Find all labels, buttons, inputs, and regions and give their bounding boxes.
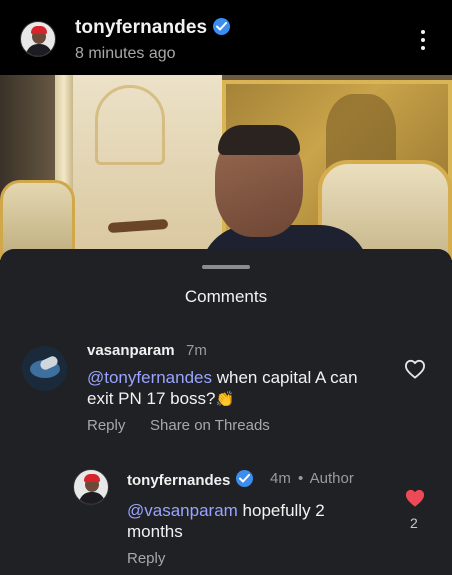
commenter-avatar[interactable] [22, 346, 67, 391]
comment-item: vasanparam 7m @tonyfernandes when capita… [0, 339, 452, 439]
comment-username[interactable]: vasanparam [87, 342, 175, 359]
comment-like-button[interactable] [404, 359, 426, 384]
comment-mention-link[interactable]: @tonyfernandes [87, 368, 212, 387]
owner-avatar[interactable] [20, 21, 56, 57]
post-timestamp: 8 minutes ago [75, 45, 176, 62]
more-options-button[interactable] [414, 27, 432, 53]
reply-timestamp: 4m [270, 470, 291, 487]
reply-like-button[interactable] [404, 488, 426, 513]
comment-text: @tonyfernandes when capital A can exit P… [87, 367, 377, 410]
verified-badge-icon [213, 18, 231, 35]
author-badge: Author [309, 470, 354, 487]
comments-title: Comments [184, 287, 268, 306]
reply-username-row[interactable]: tonyfernandes [127, 470, 254, 489]
comment-reply-button[interactable]: Reply [87, 417, 125, 434]
heart-icon [404, 359, 425, 379]
sheet-drag-handle[interactable] [202, 265, 250, 269]
clapping-hands-emoji: 👏 [215, 391, 235, 408]
share-on-threads-button[interactable]: Share on Threads [150, 417, 270, 434]
heart-icon [405, 489, 425, 507]
owner-username-row[interactable]: tonyfernandes [75, 17, 231, 39]
more-vertical-icon [421, 30, 425, 34]
post-photo[interactable] [0, 75, 452, 260]
comments-sheet: Comments vasanparam 7m @tonyfernandes wh… [0, 249, 452, 575]
comment-timestamp: 7m [186, 342, 207, 359]
reply-reply-button[interactable]: Reply [127, 550, 165, 567]
reply-like-count: 2 [410, 515, 418, 531]
reply-username[interactable]: tonyfernandes [127, 472, 230, 489]
meta-separator: • [298, 470, 304, 487]
reply-text: @vasanparam hopefully 2 months [127, 500, 367, 542]
reply-meta: 4m • Author [270, 470, 354, 487]
reply-avatar[interactable] [73, 469, 109, 505]
reply-mention-link[interactable]: @vasanparam [127, 501, 238, 520]
owner-username[interactable]: tonyfernandes [75, 17, 207, 38]
verified-badge-icon [236, 470, 254, 487]
post-header: tonyfernandes 8 minutes ago [0, 0, 452, 75]
